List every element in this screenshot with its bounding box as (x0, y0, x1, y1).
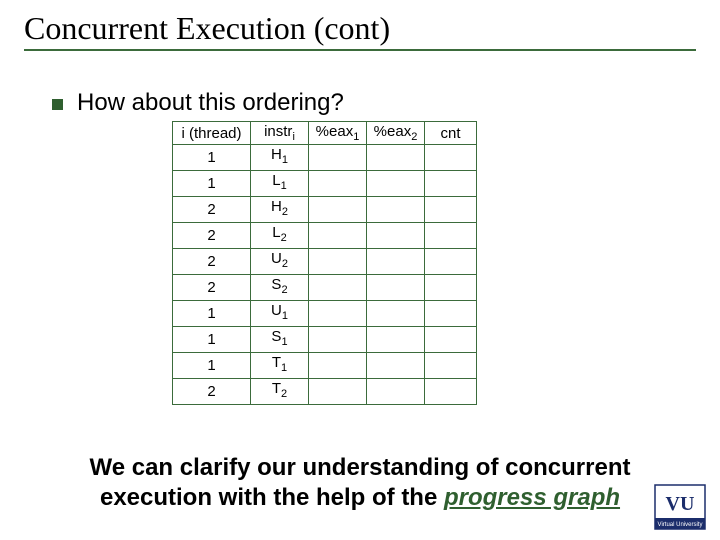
cell-instr: L1 (251, 171, 309, 197)
cell-eax1 (309, 379, 367, 405)
table-row: 2S2 (173, 275, 477, 301)
table-row: 2L2 (173, 223, 477, 249)
table-row: 1U1 (173, 301, 477, 327)
svg-text:VU: VU (666, 493, 695, 515)
cell-instr: S2 (251, 275, 309, 301)
ordering-table: i (thread) instri %eax1 %eax2 cnt 1H1 1L… (172, 121, 477, 405)
cell-cnt (425, 353, 477, 379)
table-row: 2H2 (173, 197, 477, 223)
cell-eax1 (309, 197, 367, 223)
cell-cnt (425, 379, 477, 405)
cell-i: 2 (173, 275, 251, 301)
cell-instr: U2 (251, 249, 309, 275)
cell-i: 2 (173, 379, 251, 405)
square-bullet-icon (52, 99, 63, 110)
cell-cnt (425, 223, 477, 249)
cell-i: 2 (173, 223, 251, 249)
cell-cnt (425, 249, 477, 275)
slide-body: How about this ordering? i (thread) inst… (24, 89, 696, 405)
cell-cnt (425, 145, 477, 171)
table-row: 1L1 (173, 171, 477, 197)
col-header-instr: instri (251, 122, 309, 145)
col-header-eax2: %eax2 (367, 122, 425, 145)
col-header-eax1: %eax1 (309, 122, 367, 145)
cell-i: 1 (173, 327, 251, 353)
ordering-table-wrap: i (thread) instri %eax1 %eax2 cnt 1H1 1L… (172, 121, 696, 405)
slide: Concurrent Execution (cont) How about th… (0, 0, 720, 540)
cell-instr: U1 (251, 301, 309, 327)
cell-instr: H2 (251, 197, 309, 223)
cell-i: 2 (173, 197, 251, 223)
cell-cnt (425, 301, 477, 327)
bullet-text: How about this ordering? (77, 89, 344, 117)
cell-eax1 (309, 223, 367, 249)
cell-eax2 (367, 327, 425, 353)
cell-eax2 (367, 145, 425, 171)
cell-eax2 (367, 223, 425, 249)
table-header-row: i (thread) instri %eax1 %eax2 cnt (173, 122, 477, 145)
vu-logo-icon: Virtual University VU (654, 484, 706, 530)
cell-cnt (425, 171, 477, 197)
cell-eax2 (367, 197, 425, 223)
cell-eax2 (367, 301, 425, 327)
table-row: 1H1 (173, 145, 477, 171)
cell-eax1 (309, 171, 367, 197)
table-body: 1H1 1L1 2H2 2L2 2U2 2S2 1U1 1S1 1T1 2T2 (173, 145, 477, 405)
title-underline: Concurrent Execution (cont) (24, 10, 696, 51)
cell-i: 1 (173, 301, 251, 327)
cell-eax2 (367, 379, 425, 405)
cell-eax2 (367, 275, 425, 301)
cell-eax1 (309, 301, 367, 327)
table-row: 1S1 (173, 327, 477, 353)
cell-cnt (425, 327, 477, 353)
table-row: 2T2 (173, 379, 477, 405)
cell-i: 1 (173, 145, 251, 171)
cell-eax1 (309, 249, 367, 275)
table-row: 1T1 (173, 353, 477, 379)
cell-instr: S1 (251, 327, 309, 353)
col-header-thread: i (thread) (173, 122, 251, 145)
cell-cnt (425, 197, 477, 223)
cell-instr: T1 (251, 353, 309, 379)
conclusion-text: We can clarify our understanding of conc… (24, 453, 696, 513)
cell-cnt (425, 275, 477, 301)
cell-eax2 (367, 171, 425, 197)
cell-instr: T2 (251, 379, 309, 405)
cell-eax1 (309, 327, 367, 353)
cell-eax2 (367, 353, 425, 379)
cell-i: 1 (173, 171, 251, 197)
table-row: 2U2 (173, 249, 477, 275)
cell-instr: L2 (251, 223, 309, 249)
page-title: Concurrent Execution (cont) (24, 10, 696, 47)
cell-i: 1 (173, 353, 251, 379)
cell-eax1 (309, 353, 367, 379)
col-header-cnt: cnt (425, 122, 477, 145)
cell-eax1 (309, 275, 367, 301)
bullet-item: How about this ordering? (52, 89, 696, 117)
cell-eax2 (367, 249, 425, 275)
cell-i: 2 (173, 249, 251, 275)
progress-graph-term: progress graph (444, 484, 620, 511)
cell-eax1 (309, 145, 367, 171)
cell-instr: H1 (251, 145, 309, 171)
svg-text:Virtual University: Virtual University (658, 522, 703, 528)
